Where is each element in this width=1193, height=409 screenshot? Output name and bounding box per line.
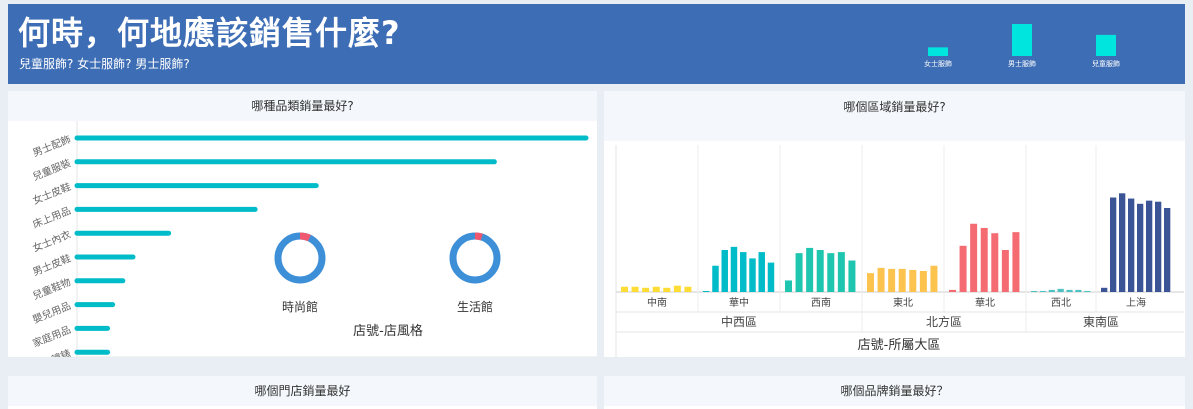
region-bar	[949, 289, 956, 292]
group-label: 中西區	[721, 314, 757, 329]
donut-axis-title: 店號-店風格	[353, 323, 423, 339]
legend-label: 女士服飾	[924, 59, 952, 68]
subgroup-label: 西南	[811, 296, 831, 309]
region-bar	[1146, 200, 1153, 292]
region-bar	[991, 233, 999, 292]
region-bar	[703, 290, 710, 292]
donut-ring	[274, 232, 326, 284]
store-panel-title: 哪個門店銷量最好	[8, 376, 597, 406]
group-label: 北方區	[926, 314, 962, 329]
region-bar	[1084, 290, 1091, 292]
region-bar	[1057, 288, 1064, 292]
category-chart: 男士配飾兒童服裝女士皮鞋床上用品女士內衣男士皮鞋兒童鞋物嬰兒用品家庭用品鐘錶 時尚…	[31, 121, 597, 357]
region-axis-title: 店號-所屬大區	[858, 338, 941, 353]
region-bar	[806, 247, 814, 292]
region-bar	[684, 286, 692, 292]
category-tick-label: 嬰兒用品	[31, 300, 73, 326]
region-bar	[909, 269, 917, 292]
category-tick-label: 兒童服裝	[31, 156, 73, 183]
group-label: 東南區	[1083, 314, 1119, 329]
region-bar	[1039, 290, 1047, 292]
dashboard-header: 何時，何地應該銷售什麼? 兒童服飾? 女士服飾? 男士服飾? 女士服飾 男士服飾 兒…	[8, 4, 1185, 84]
category-tick-label: 床上用品	[31, 204, 73, 231]
donut-label: 生活館	[457, 299, 493, 314]
legend-label: 男士服飾	[1008, 59, 1036, 68]
legend-swatch	[1012, 24, 1032, 56]
region-bar	[959, 245, 967, 292]
region-bar	[1031, 290, 1038, 292]
region-chart: 中南 華中 西南 東北 華北 西北 上海中西區 北方區 東南區店號-所屬大區	[615, 145, 1184, 357]
region-bar	[785, 280, 792, 292]
region-bar	[816, 250, 824, 292]
region-bar	[663, 287, 671, 292]
region-bar	[631, 286, 639, 292]
region-bar	[1128, 198, 1135, 292]
region-bar	[1137, 203, 1144, 292]
region-bar	[877, 267, 885, 292]
region-bar	[1001, 250, 1009, 292]
donut-label: 時尚館	[282, 299, 318, 314]
region-panel: 哪個區域銷量最好? 中南 華中 西南 東北 華北 西北 上海中西區 北方區 東南區店號-所屬大區	[604, 91, 1185, 357]
region-bar	[767, 262, 775, 292]
dashboard-title: 何時，何地應該銷售什麼?	[18, 14, 401, 52]
region-bar	[642, 287, 650, 292]
dashboard-subtitle: 兒童服飾? 女士服飾? 男士服飾?	[19, 57, 190, 71]
region-bar	[1012, 232, 1020, 292]
region-bar	[1119, 193, 1126, 292]
region-bar	[673, 285, 681, 292]
brand-panel: 哪個品牌銷量最好？	[604, 376, 1185, 409]
region-panel-title: 哪個區域銷量最好?	[604, 91, 1185, 141]
region-bar	[837, 252, 845, 292]
category-tick-label: 兒童鞋物	[31, 275, 73, 302]
subgroup-label: 中南	[647, 296, 667, 309]
region-bar	[740, 252, 747, 292]
subgroup-label: 華北	[975, 297, 995, 309]
region-bar	[758, 252, 765, 292]
category-tick-label: 家庭用品	[31, 323, 73, 350]
region-bar	[1075, 289, 1082, 292]
region-bar	[721, 250, 728, 292]
region-bar	[827, 253, 835, 292]
region-bar	[1048, 289, 1055, 292]
subgroup-label: 上海	[1126, 296, 1146, 309]
region-bar	[749, 258, 756, 292]
region-bar	[621, 286, 628, 292]
region-bar	[848, 260, 856, 292]
region-bar	[652, 286, 660, 292]
region-bar	[970, 223, 978, 292]
region-bar	[1164, 208, 1171, 292]
region-bar	[898, 268, 906, 292]
subgroup-label: 東北	[893, 296, 913, 309]
subgroup-label: 西北	[1051, 297, 1071, 309]
legend-label: 兒童服飾	[1092, 59, 1120, 68]
category-panel-title: 哪種品類銷量最好?	[8, 91, 597, 121]
donut-ring	[449, 232, 501, 284]
category-tick-label: 男士皮鞋	[31, 251, 73, 278]
region-bar	[980, 227, 988, 292]
category-tick-label: 鐘錶	[49, 347, 72, 357]
brand-panel-title: 哪個品牌銷量最好？	[604, 376, 1185, 406]
category-tick-label: 女士皮鞋	[31, 180, 73, 207]
region-bar	[1101, 287, 1108, 292]
region-bar	[867, 273, 874, 292]
region-bar	[795, 253, 803, 292]
region-bar	[888, 268, 896, 292]
subgroup-label: 華中	[729, 296, 749, 309]
region-bar	[730, 246, 738, 292]
region-bar	[1155, 201, 1162, 292]
category-tick-label: 男士配飾	[31, 132, 73, 159]
store-panel: 哪個門店銷量最好	[8, 376, 597, 409]
legend-swatch	[928, 47, 948, 56]
region-bar	[712, 265, 719, 292]
header-legend: 女士服飾 男士服飾 兒童服飾	[924, 24, 1120, 68]
category-panel: 哪種品類銷量最好? 男士配飾 兒童服裝 女士皮鞋 床上用品 女士內衣 男士皮鞋 兒童鞋物 嬰兒…	[8, 91, 597, 357]
region-bar	[930, 265, 938, 292]
legend-swatch	[1096, 34, 1116, 56]
region-bar	[1110, 197, 1117, 292]
region-bar	[919, 271, 927, 292]
region-bar	[1066, 289, 1073, 292]
category-tick-label: 女士內衣	[31, 228, 73, 255]
